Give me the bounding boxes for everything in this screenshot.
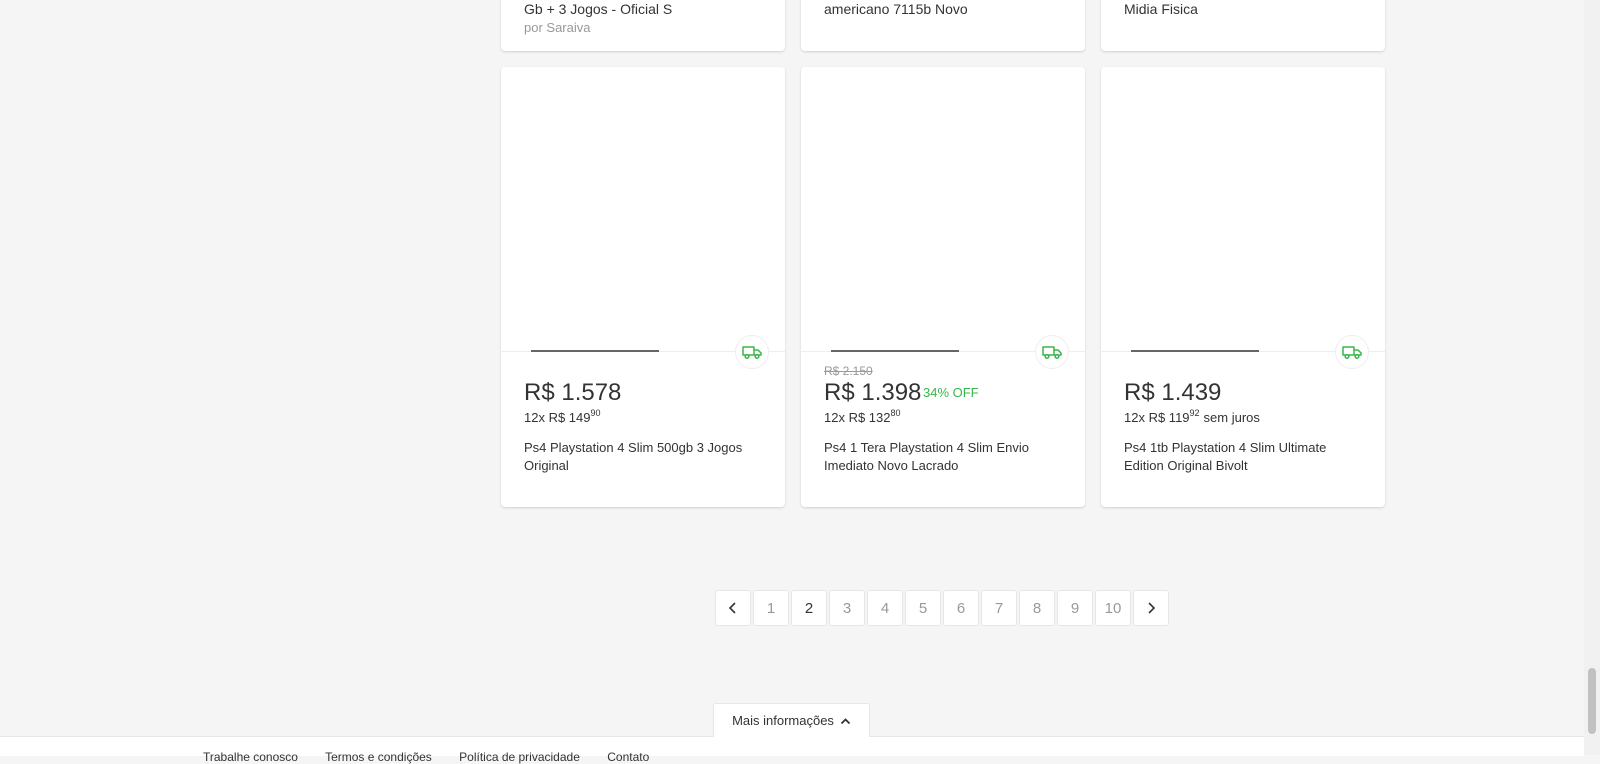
installments-cents: 92 — [1189, 408, 1200, 418]
product-card-top-2[interactable]: americano 7115b Novo — [801, 0, 1085, 51]
image-indicator — [531, 350, 659, 352]
chevron-left-icon — [728, 602, 736, 614]
footer-links: Trabalhe conosco Termos e condições Polí… — [203, 750, 673, 764]
page-10-button[interactable]: 10 — [1095, 590, 1131, 626]
installments-cents: 80 — [890, 408, 901, 418]
product-image[interactable] — [801, 67, 1085, 351]
product-name[interactable]: Ps4 1tb Playstation 4 Slim Ultimate Edit… — [1124, 439, 1364, 475]
installments-no-interest: sem juros — [1203, 410, 1260, 425]
product-card[interactable]: R$ 1.578 12x R$ 14990 Ps4 Playstation 4 … — [501, 67, 785, 507]
page-7-button[interactable]: 7 — [981, 590, 1017, 626]
shipping-badge — [1035, 335, 1069, 369]
product-price: R$ 1.398 — [824, 379, 922, 406]
truck-icon — [1342, 346, 1362, 360]
page-8-button[interactable]: 8 — [1019, 590, 1055, 626]
installments: 12x R$ 11992 sem juros — [1124, 409, 1260, 427]
shipping-badge — [735, 335, 769, 369]
more-info-label: Mais informações — [732, 713, 834, 728]
installments: 12x R$ 13280 — [824, 409, 901, 427]
product-price: R$ 1.439 — [1124, 379, 1222, 406]
product-card[interactable]: R$ 2.150 R$ 1.398 34% OFF 12x R$ 13280 P… — [801, 67, 1085, 507]
product-name[interactable]: Ps4 Playstation 4 Slim 500gb 3 Jogos Ori… — [524, 439, 764, 475]
installments: 12x R$ 14990 — [524, 409, 601, 427]
truck-icon — [742, 346, 762, 360]
chevron-right-icon — [1148, 602, 1156, 614]
product-title: Midia Fisica — [1124, 1, 1198, 17]
installments-amount: 12x R$ 119 — [1124, 410, 1190, 425]
footer: Trabalhe conosco Termos e condições Polí… — [0, 736, 1584, 764]
product-name[interactable]: Ps4 1 Tera Playstation 4 Slim Envio Imed… — [824, 439, 1064, 475]
footer-link[interactable]: Contato — [607, 750, 649, 764]
discount-badge: 34% OFF — [923, 385, 979, 400]
page-6-button[interactable]: 6 — [943, 590, 979, 626]
page-5-button[interactable]: 5 — [905, 590, 941, 626]
pagination: 1 2 3 4 5 6 7 8 9 10 — [715, 590, 1169, 626]
scrollbar-thumb[interactable] — [1588, 668, 1596, 734]
footer-link[interactable]: Política de privacidade — [459, 750, 580, 764]
original-price: R$ 2.150 — [824, 364, 873, 378]
more-info-button[interactable]: Mais informações — [713, 703, 870, 737]
image-indicator — [831, 350, 959, 352]
page-2-button[interactable]: 2 — [791, 590, 827, 626]
product-image[interactable] — [1101, 67, 1385, 351]
truck-icon — [1042, 346, 1062, 360]
product-image[interactable] — [501, 67, 785, 351]
prev-page-button[interactable] — [715, 590, 751, 626]
page-3-button[interactable]: 3 — [829, 590, 865, 626]
product-price: R$ 1.578 — [524, 379, 622, 406]
product-title: Gb + 3 Jogos - Oficial S — [524, 1, 673, 17]
product-card[interactable]: R$ 1.439 12x R$ 11992 sem juros Ps4 1tb P… — [1101, 67, 1385, 507]
product-title: americano 7115b Novo — [824, 1, 968, 17]
page-9-button[interactable]: 9 — [1057, 590, 1093, 626]
page-4-button[interactable]: 4 — [867, 590, 903, 626]
image-indicator — [1131, 350, 1259, 352]
product-seller: por Saraiva — [524, 20, 591, 35]
product-card-top-1[interactable]: Gb + 3 Jogos - Oficial S por Saraiva — [501, 0, 785, 51]
page-1-button[interactable]: 1 — [753, 590, 789, 626]
footer-link[interactable]: Trabalhe conosco — [203, 750, 298, 764]
next-page-button[interactable] — [1133, 590, 1169, 626]
installments-amount: 12x R$ 132 — [824, 410, 891, 425]
installments-amount: 12x R$ 149 — [524, 410, 591, 425]
product-card-top-3[interactable]: Midia Fisica — [1101, 0, 1385, 51]
scrollbar[interactable] — [1584, 0, 1600, 755]
footer-link[interactable]: Termos e condições — [325, 750, 432, 764]
installments-cents: 90 — [590, 408, 601, 418]
chevron-up-icon — [840, 717, 851, 724]
shipping-badge — [1335, 335, 1369, 369]
